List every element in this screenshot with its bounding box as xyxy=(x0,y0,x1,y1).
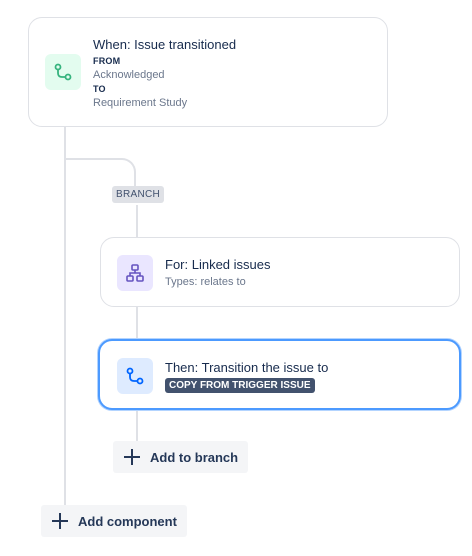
branch-connector-line-2 xyxy=(136,306,138,341)
branch-for-card[interactable]: For: Linked issues Types: relates to xyxy=(100,237,460,307)
transition-icon xyxy=(117,358,153,394)
action-title: Then: Transition the issue to xyxy=(165,360,329,375)
branch-connector-line xyxy=(136,205,138,238)
branch-connector-line-3 xyxy=(136,408,138,442)
to-label: TO xyxy=(93,84,106,94)
trigger-title: When: Issue transitioned xyxy=(93,37,237,52)
branch-for-title: For: Linked issues xyxy=(165,257,271,272)
plus-icon xyxy=(124,449,140,465)
add-component-button[interactable]: Add component xyxy=(41,505,187,537)
branch-tag: BRANCH xyxy=(112,186,165,203)
to-value: Requirement Study xyxy=(93,97,188,109)
add-to-branch-button[interactable]: Add to branch xyxy=(113,441,249,473)
from-label: FROM xyxy=(93,56,121,66)
hierarchy-icon xyxy=(117,255,153,291)
transition-icon xyxy=(45,54,81,90)
branch-connector-curve xyxy=(64,158,136,188)
action-card[interactable]: Then: Transition the issue to COPY FROM … xyxy=(98,339,461,410)
from-value: Acknowledged xyxy=(93,69,165,81)
copy-from-trigger-lozenge: COPY FROM TRIGGER ISSUE xyxy=(165,378,315,393)
add-component-label: Add component xyxy=(78,513,177,529)
add-to-branch-label: Add to branch xyxy=(150,449,239,465)
plus-icon xyxy=(52,513,68,529)
branch-for-subtitle: Types: relates to xyxy=(165,276,246,288)
trigger-card[interactable]: When: Issue transitioned FROM Acknowledg… xyxy=(28,17,388,127)
